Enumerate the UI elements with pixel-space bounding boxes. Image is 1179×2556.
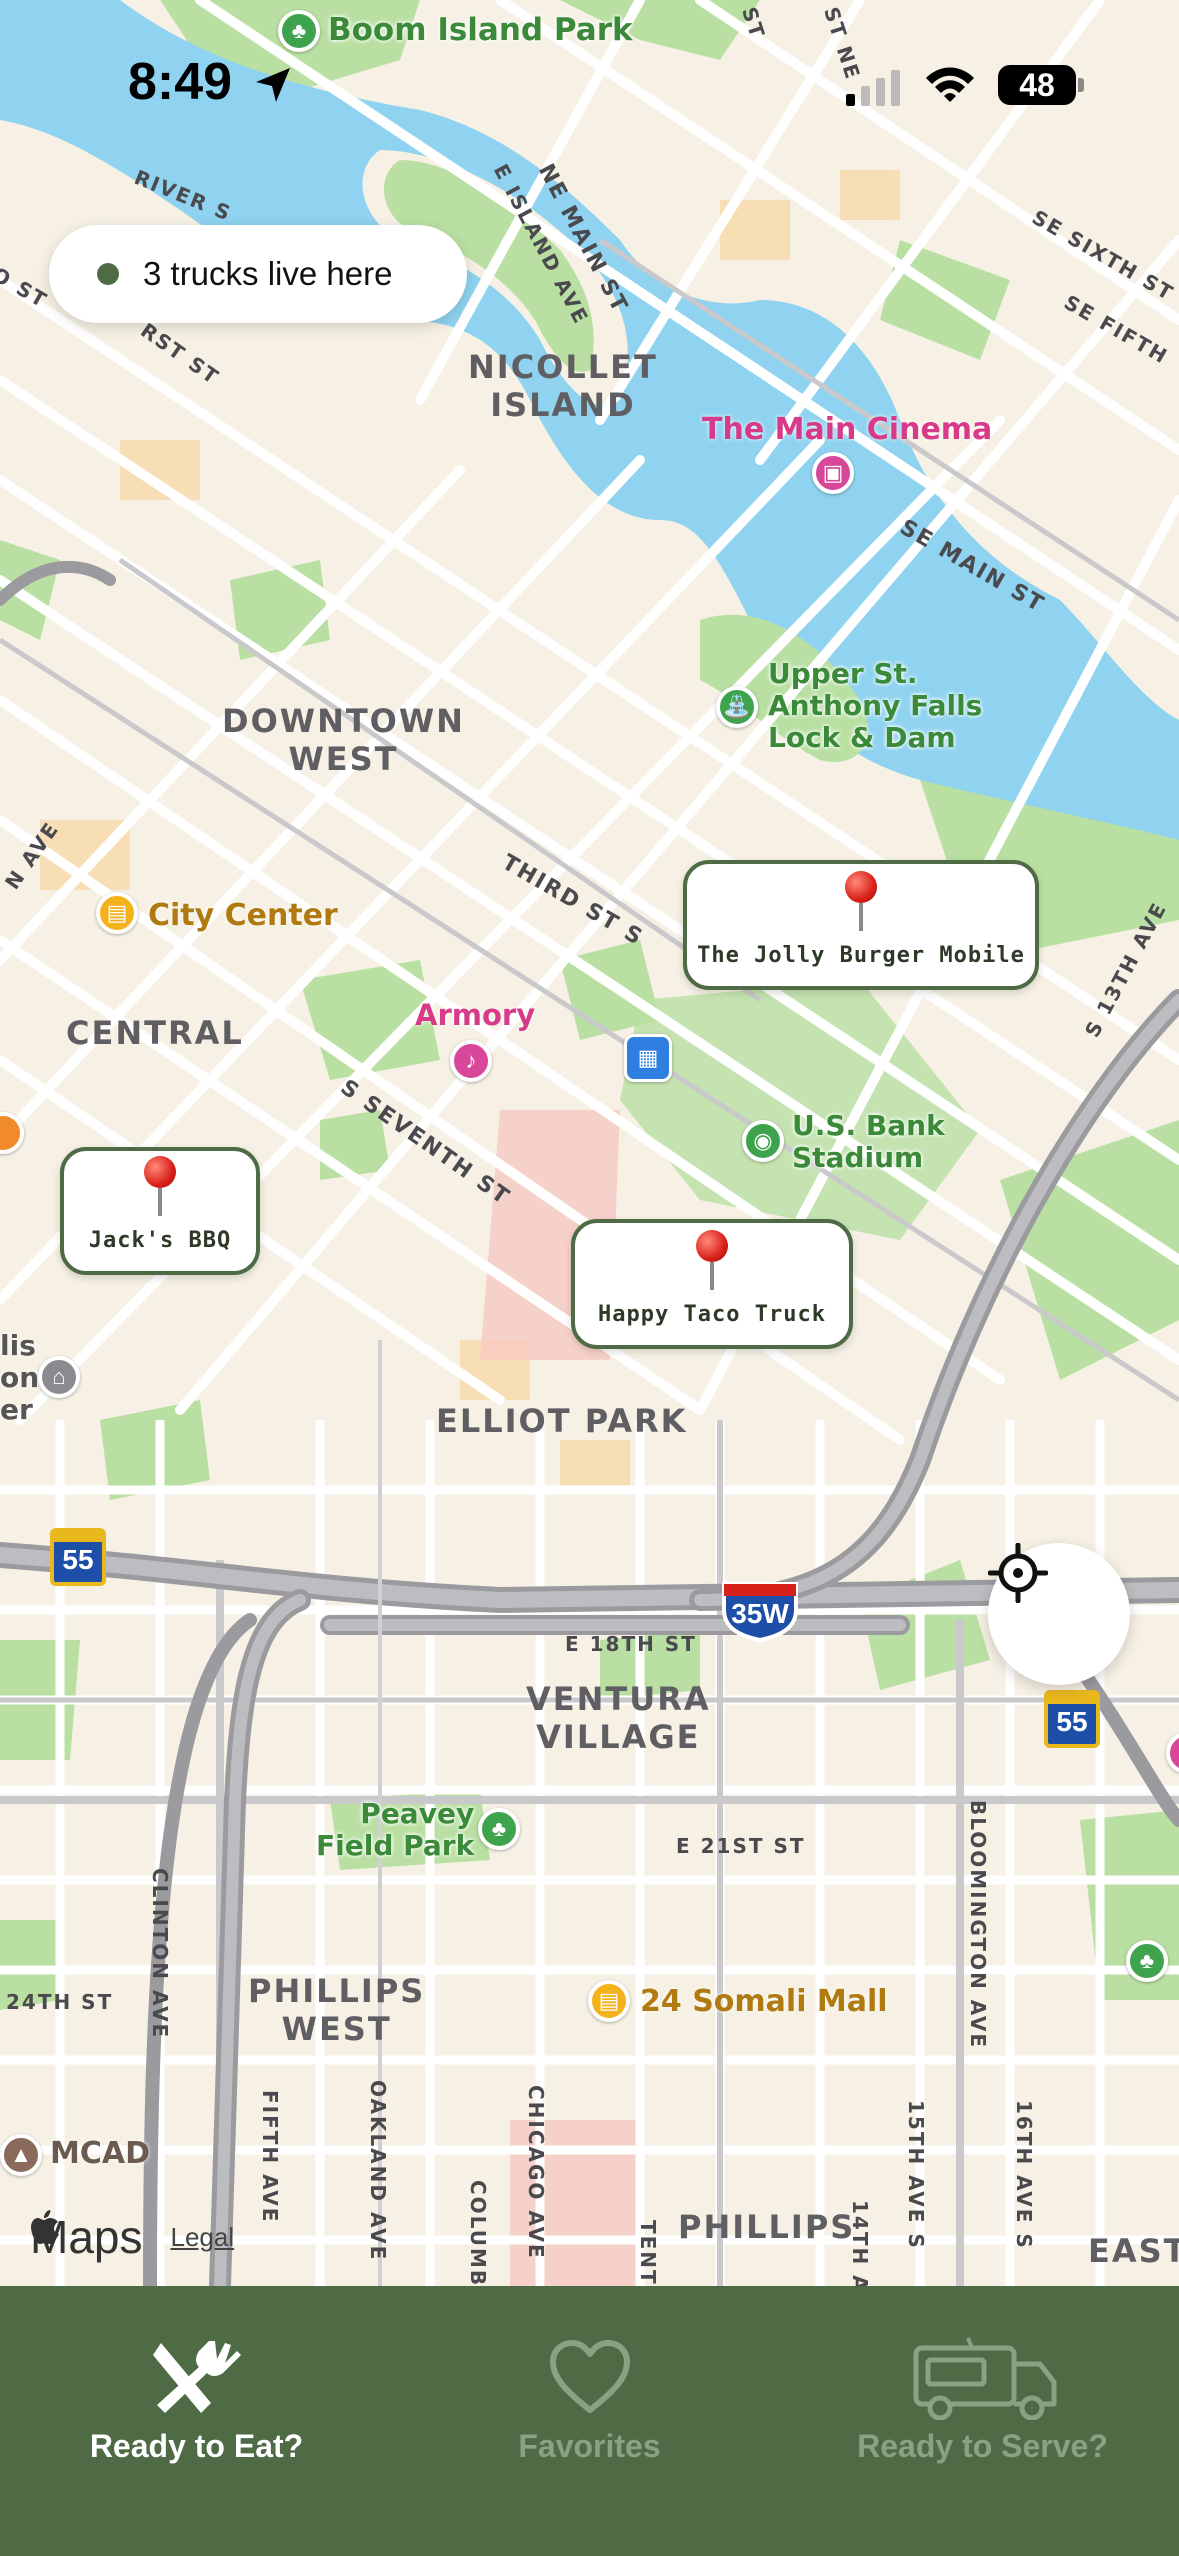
wifi-icon (926, 67, 974, 102)
map-view[interactable]: NICOLLET ISLAND DOWNTOWN WEST CENTRAL EL… (0, 0, 1179, 2286)
map-pin-icon (845, 871, 877, 931)
tab-bar: Ready to Eat? Favorites Ready to Serve? (0, 2286, 1179, 2556)
street-label: 14TH A (848, 2200, 872, 2286)
interstate-35w-shield: 35W (720, 1580, 800, 1642)
trucks-live-pill[interactable]: 3 trucks live here (49, 225, 467, 323)
food-truck-annotation[interactable]: Jack's BBQ (60, 1147, 260, 1275)
truck-name: Jack's BBQ (88, 1228, 232, 1253)
street-label: FIFTH AVE (258, 2090, 282, 2224)
district-label: PHILLIPS WEST (248, 1972, 426, 2048)
apple-logo-icon (31, 2210, 59, 2244)
district-label: PHILLIPS (678, 2208, 856, 2246)
street-label: OAKLAND AVE (366, 2080, 390, 2262)
poi-label[interactable]: City Center (148, 898, 338, 933)
fork-knife-icon (152, 2341, 241, 2413)
heart-icon (549, 2340, 630, 2413)
status-bar: 8:49 48 (0, 0, 1179, 160)
cellular-signal-icon (846, 70, 900, 106)
tree-icon[interactable]: ♣ (1126, 1940, 1168, 1982)
truck-name: The Jolly Burger Mobile (697, 943, 1025, 968)
street-label: E 21ST ST (676, 1834, 806, 1858)
street-label: 15TH AVE S (904, 2100, 928, 2250)
poi-label[interactable]: 24 Somali Mall (640, 1984, 888, 2019)
poi-label[interactable]: U.S. Bank Stadium (792, 1110, 945, 1174)
crosshair-icon (988, 1543, 1048, 1603)
district-label: CENTRAL (66, 1014, 244, 1052)
tab-ready-to-eat[interactable]: Ready to Eat? (0, 2286, 393, 2486)
map-pin-icon (144, 1156, 176, 1216)
shield-number: 55 (62, 1544, 94, 1575)
tab-label: Favorites (518, 2428, 661, 2464)
street-label: CHICAGO AVE (524, 2085, 548, 2260)
building-icon[interactable]: ⌂ (38, 1356, 80, 1398)
legal-link[interactable]: Legal (170, 2222, 234, 2253)
poi-label[interactable]: The Main Cinema (702, 412, 992, 447)
street-label: E 18TH ST (565, 1632, 697, 1656)
food-truck-icon (913, 2337, 1056, 2420)
poi-label[interactable]: Peavey Field Park (316, 1798, 474, 1862)
tree-icon[interactable]: ♣ (478, 1808, 520, 1850)
district-label: EAST (1088, 2232, 1179, 2270)
street-label: 24TH ST (6, 1990, 114, 2014)
food-truck-annotation[interactable]: Happy Taco Truck (571, 1219, 853, 1349)
street-label: CLINTON AVE (148, 1868, 172, 2040)
poi-label[interactable]: Upper St. Anthony Falls Lock & Dam (768, 658, 982, 754)
street-label: COLUMB (466, 2180, 490, 2286)
interstate-55-shield: 55 (1044, 1690, 1100, 1748)
shopping-bag-icon[interactable]: ▤ (588, 1980, 630, 2022)
truck-name: Happy Taco Truck (598, 1302, 826, 1327)
landmark-icon[interactable]: ⛲ (716, 686, 758, 728)
interstate-55-shield: 55 (50, 1528, 106, 1586)
district-label: NICOLLET ISLAND (468, 348, 658, 424)
battery-indicator: 48 (998, 65, 1076, 105)
tab-label: Ready to Eat? (89, 2428, 304, 2464)
district-label: DOWNTOWN WEST (222, 702, 465, 778)
current-location-button[interactable] (988, 1543, 1130, 1685)
street-label: BLOOMINGTON AVE (966, 1800, 990, 2050)
street-label: 16TH AVE S (1012, 2100, 1036, 2250)
graduation-cap-icon[interactable]: ▲ (0, 2134, 42, 2176)
shield-number: 35W (731, 1598, 789, 1629)
location-arrow-icon (256, 68, 290, 102)
district-label: VENTURA VILLAGE (526, 1680, 711, 1756)
live-indicator-dot (97, 263, 119, 285)
tab-favorites[interactable]: Favorites (393, 2286, 786, 2486)
shopping-bag-icon[interactable]: ▤ (96, 892, 138, 934)
status-time: 8:49 (128, 53, 233, 111)
street-label: TENT (636, 2220, 660, 2286)
battery-cap (1078, 78, 1084, 92)
tab-label: Ready to Serve? (857, 2428, 1108, 2464)
poi-label: lis on er (0, 1329, 40, 1426)
map-pin-icon (696, 1230, 728, 1290)
food-truck-annotation[interactable]: The Jolly Burger Mobile (683, 860, 1039, 990)
poi-label[interactable]: Armory (415, 998, 535, 1032)
music-note-icon[interactable]: ♪ (450, 1040, 492, 1082)
tab-ready-to-serve[interactable]: Ready to Serve? (786, 2286, 1179, 2486)
tram-icon[interactable]: ▦ (624, 1034, 672, 1082)
trucks-live-label: 3 trucks live here (143, 255, 393, 292)
shield-number: 55 (1056, 1706, 1088, 1737)
district-label: ELLIOT PARK (436, 1402, 688, 1440)
film-icon[interactable]: ▣ (812, 452, 854, 494)
poi-label[interactable]: MCAD (50, 2136, 150, 2171)
maps-attribution: Maps Legal (30, 2210, 234, 2264)
stadium-icon[interactable]: ◉ (742, 1120, 784, 1162)
